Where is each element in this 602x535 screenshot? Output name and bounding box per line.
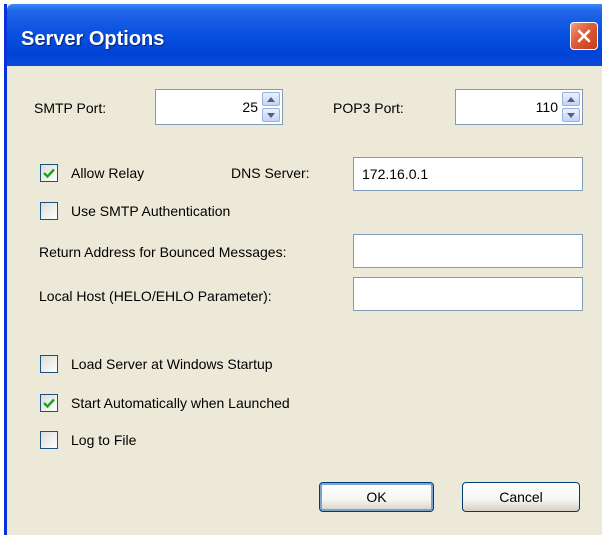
server-options-dialog: Server Options SMTP Port: 25 POP3 Port: …	[4, 4, 602, 535]
allow-relay-label: Allow Relay	[71, 165, 145, 181]
log-to-file-label: Log to File	[71, 432, 137, 448]
pop3-port-up-button[interactable]	[562, 92, 580, 106]
pop3-port-value[interactable]: 110	[536, 90, 558, 124]
return-address-label: Return Address for Bounced Messages:	[39, 244, 287, 260]
close-icon	[577, 29, 591, 43]
arrow-down-icon	[567, 112, 575, 118]
checkmark-icon	[43, 398, 55, 408]
close-button[interactable]	[570, 22, 598, 50]
window-title: Server Options	[21, 28, 165, 50]
dns-server-label: DNS Server:	[231, 165, 310, 181]
ok-button[interactable]: OK	[319, 482, 434, 512]
arrow-down-icon	[267, 112, 275, 118]
allow-relay-checkbox[interactable]	[40, 164, 58, 182]
arrow-up-icon	[567, 96, 575, 102]
local-host-label: Local Host (HELO/EHLO Parameter):	[39, 288, 272, 304]
smtp-port-spin-buttons	[262, 92, 280, 122]
smtp-port-value[interactable]: 25	[242, 90, 258, 124]
load-at-startup-label: Load Server at Windows Startup	[71, 356, 273, 372]
load-at-startup-checkbox[interactable]	[40, 355, 58, 373]
use-smtp-auth-label: Use SMTP Authentication	[71, 203, 231, 219]
pop3-port-spin-buttons	[562, 92, 580, 122]
smtp-port-spinner[interactable]: 25	[155, 89, 283, 125]
start-automatically-checkbox[interactable]	[40, 394, 58, 412]
pop3-port-spinner[interactable]: 110	[455, 89, 583, 125]
smtp-port-label: SMTP Port:	[34, 100, 107, 116]
use-smtp-auth-checkbox[interactable]	[40, 202, 58, 220]
cancel-button[interactable]: Cancel	[462, 482, 580, 512]
pop3-port-label: POP3 Port:	[333, 100, 404, 116]
local-host-input[interactable]	[353, 277, 583, 311]
start-automatically-label: Start Automatically when Launched	[71, 395, 290, 411]
title-bar[interactable]: Server Options	[7, 4, 602, 66]
log-to-file-checkbox[interactable]	[40, 431, 58, 449]
pop3-port-down-button[interactable]	[562, 108, 580, 122]
smtp-port-down-button[interactable]	[262, 108, 280, 122]
arrow-up-icon	[267, 96, 275, 102]
return-address-input[interactable]	[353, 234, 583, 268]
checkmark-icon	[43, 168, 55, 178]
dns-server-input[interactable]: 172.16.0.1	[353, 157, 583, 191]
smtp-port-up-button[interactable]	[262, 92, 280, 106]
